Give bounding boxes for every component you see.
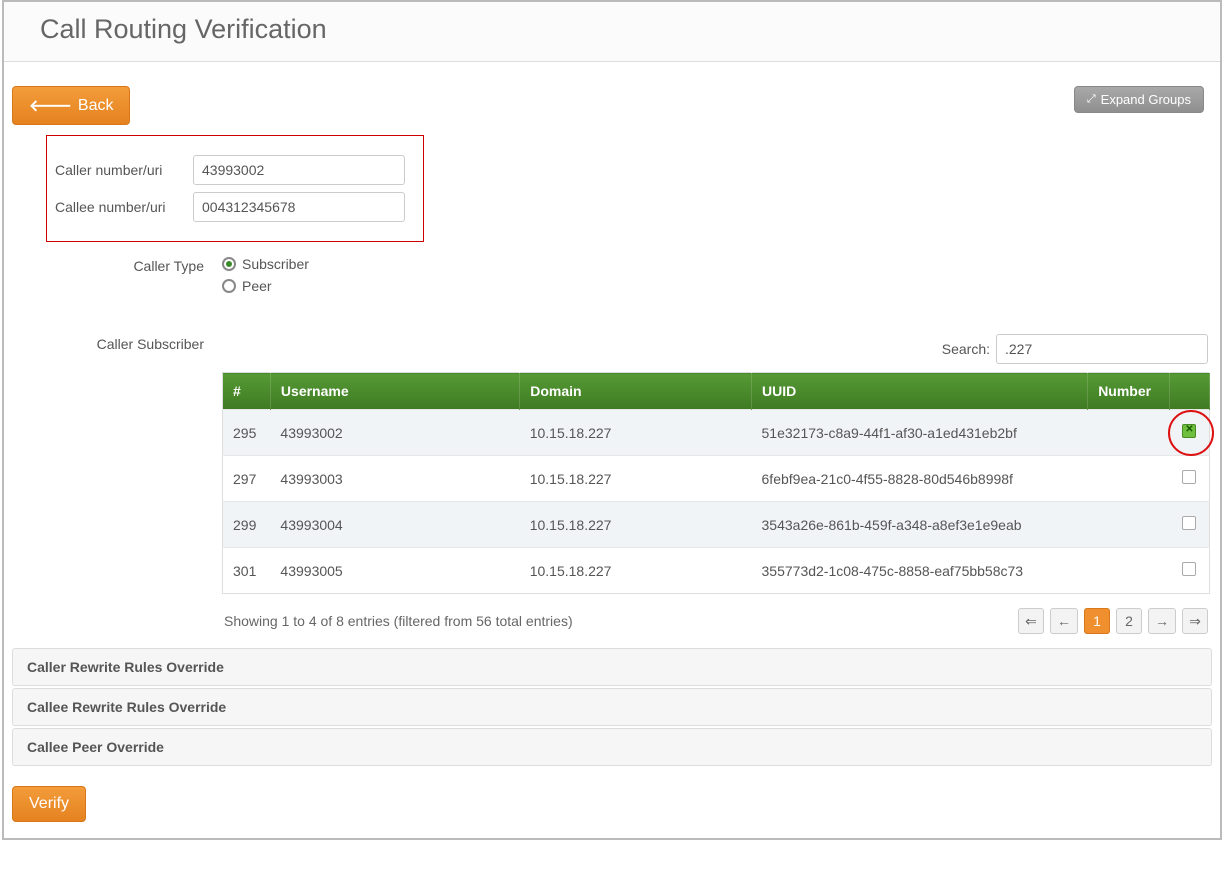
verify-button-label: Verify <box>29 795 69 813</box>
header-bar: Call Routing Verification <box>4 2 1220 62</box>
expand-groups-label: Expand Groups <box>1101 92 1191 107</box>
radio-dot-icon <box>222 279 236 293</box>
page-title: Call Routing Verification <box>40 14 1184 45</box>
cell-domain: 10.15.18.227 <box>520 456 752 502</box>
callee-input[interactable] <box>193 192 405 222</box>
caller-label: Caller number/uri <box>53 162 193 178</box>
search-label: Search: <box>942 341 990 357</box>
verify-button[interactable]: Verify <box>12 786 86 822</box>
cell-action <box>1170 502 1210 548</box>
cell-action <box>1170 410 1210 456</box>
radio-subscriber-label: Subscriber <box>242 256 309 272</box>
cell-number <box>1088 548 1170 594</box>
table-row[interactable]: 295 43993002 10.15.18.227 51e32173-c8a9-… <box>223 410 1210 456</box>
search-input[interactable] <box>996 334 1208 364</box>
expand-groups-button[interactable]: ⤢ Expand Groups <box>1074 86 1204 113</box>
cell-username: 43993003 <box>270 456 519 502</box>
cell-uuid: 6febf9ea-21c0-4f55-8828-80d546b8998f <box>752 456 1088 502</box>
radio-peer-label: Peer <box>242 278 272 294</box>
cell-idx: 297 <box>223 456 271 502</box>
caller-type-label: Caller Type <box>46 256 222 274</box>
th-domain[interactable]: Domain <box>520 373 752 410</box>
cell-idx: 299 <box>223 502 271 548</box>
cell-idx: 295 <box>223 410 271 456</box>
expand-icon: ⤢ <box>1087 93 1096 106</box>
caller-subscriber-label: Caller Subscriber <box>46 334 222 352</box>
cell-number <box>1088 502 1170 548</box>
th-username[interactable]: Username <box>270 373 519 410</box>
select-checkbox[interactable] <box>1182 424 1196 438</box>
select-checkbox[interactable] <box>1182 516 1196 530</box>
content: 🡐 Back ⤢ Expand Groups Caller number/uri… <box>4 62 1220 828</box>
top-row: 🡐 Back ⤢ Expand Groups <box>10 72 1214 125</box>
subscriber-block: Search: # Username Domain UUID Number <box>222 334 1214 634</box>
cell-uuid: 51e32173-c8a9-44f1-af30-a1ed431eb2bf <box>752 410 1088 456</box>
accordion-caller-rewrite[interactable]: Caller Rewrite Rules Override <box>12 648 1212 686</box>
cell-uuid: 3543a26e-861b-459f-a348-a8ef3e1e9eab <box>752 502 1088 548</box>
subscriber-section: Caller Subscriber Search: # Username Dom… <box>46 334 1214 634</box>
cell-domain: 10.15.18.227 <box>520 548 752 594</box>
th-number[interactable]: Number <box>1088 373 1170 410</box>
th-uuid[interactable]: UUID <box>752 373 1088 410</box>
cell-username: 43993002 <box>270 410 519 456</box>
cell-username: 43993005 <box>270 548 519 594</box>
form-area: Caller number/uri Callee number/uri Call… <box>10 125 1214 634</box>
page-next[interactable]: → <box>1148 608 1176 634</box>
subscriber-table: # Username Domain UUID Number 295 <box>222 372 1210 594</box>
cell-uuid: 355773d2-1c08-475c-8858-eaf75bb58c73 <box>752 548 1088 594</box>
radio-peer[interactable]: Peer <box>222 278 309 294</box>
app-window: Call Routing Verification 🡐 Back ⤢ Expan… <box>2 0 1222 840</box>
caller-row: Caller number/uri <box>53 155 415 185</box>
caller-type-row: Caller Type Subscriber Peer <box>46 256 1214 300</box>
cell-number <box>1088 456 1170 502</box>
cell-action <box>1170 548 1210 594</box>
cell-number <box>1088 410 1170 456</box>
table-row[interactable]: 299 43993004 10.15.18.227 3543a26e-861b-… <box>223 502 1210 548</box>
page-first[interactable]: ⇐ <box>1018 608 1044 634</box>
select-checkbox[interactable] <box>1182 470 1196 484</box>
highlight-box: Caller number/uri Callee number/uri <box>46 135 424 242</box>
cell-action <box>1170 456 1210 502</box>
select-checkbox[interactable] <box>1182 562 1196 576</box>
back-button[interactable]: 🡐 Back <box>12 86 130 125</box>
table-footer: Showing 1 to 4 of 8 entries (filtered fr… <box>222 608 1210 634</box>
page-1[interactable]: 1 <box>1084 608 1110 634</box>
caller-type-radios: Subscriber Peer <box>222 256 309 300</box>
select-highlight <box>1182 424 1196 438</box>
callee-row: Callee number/uri <box>53 192 415 222</box>
cell-idx: 301 <box>223 548 271 594</box>
callee-label: Callee number/uri <box>53 199 193 215</box>
arrow-left-icon: 🡐 <box>29 95 72 116</box>
verify-wrap: Verify <box>10 768 1214 828</box>
radio-dot-icon <box>222 257 236 271</box>
page-prev[interactable]: ← <box>1050 608 1078 634</box>
th-action <box>1170 373 1210 410</box>
radio-subscriber[interactable]: Subscriber <box>222 256 309 272</box>
table-row[interactable]: 297 43993003 10.15.18.227 6febf9ea-21c0-… <box>223 456 1210 502</box>
back-button-label: Back <box>78 97 114 115</box>
page-2[interactable]: 2 <box>1116 608 1142 634</box>
cell-username: 43993004 <box>270 502 519 548</box>
page-last[interactable]: ⇒ <box>1182 608 1208 634</box>
accordion: Caller Rewrite Rules Override Callee Rew… <box>12 648 1212 766</box>
accordion-callee-peer[interactable]: Callee Peer Override <box>12 728 1212 766</box>
cell-domain: 10.15.18.227 <box>520 410 752 456</box>
accordion-callee-rewrite[interactable]: Callee Rewrite Rules Override <box>12 688 1212 726</box>
cell-domain: 10.15.18.227 <box>520 502 752 548</box>
table-row[interactable]: 301 43993005 10.15.18.227 355773d2-1c08-… <box>223 548 1210 594</box>
search-row: Search: <box>222 334 1210 364</box>
th-idx[interactable]: # <box>223 373 271 410</box>
caller-input[interactable] <box>193 155 405 185</box>
pager: ⇐ ← 1 2 → ⇒ <box>1018 608 1208 634</box>
table-info: Showing 1 to 4 of 8 entries (filtered fr… <box>224 613 573 629</box>
